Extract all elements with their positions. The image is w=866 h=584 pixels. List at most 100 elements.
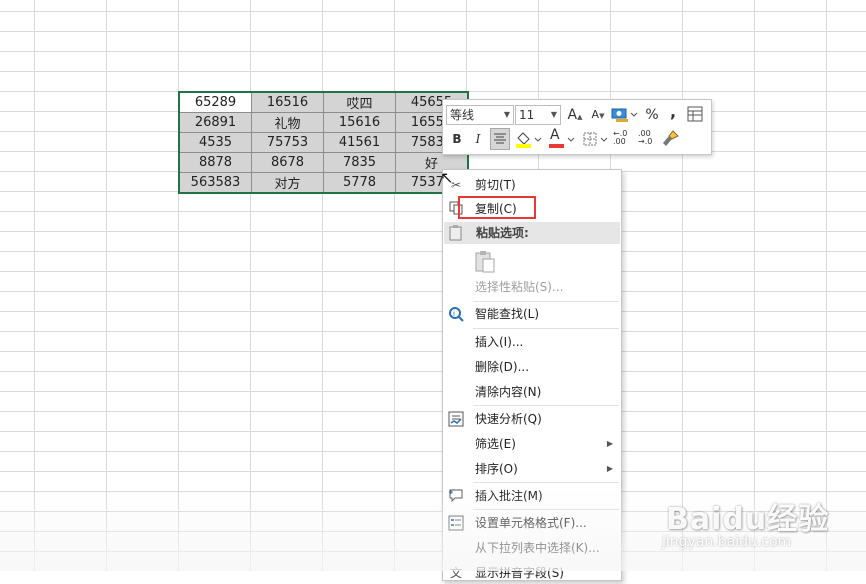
submenu-arrow-icon: ▶ [606, 464, 613, 473]
cell[interactable]: 65289 [178, 91, 252, 113]
cell[interactable]: 5778 [323, 172, 396, 194]
context-menu: ✂ 剪切(T) 复制(C) 粘贴选项: 选择性粘贴(S)... i 智能查找(L… [442, 169, 622, 581]
font-color-label: A [550, 127, 560, 143]
selected-range[interactable]: 65289 16516 哎四 45655 26891 礼物 15616 1655… [178, 91, 469, 194]
fill-color-button[interactable] [514, 129, 542, 149]
comma-style-button[interactable]: , [667, 102, 679, 122]
svg-text:i: i [453, 310, 455, 318]
menu-item-label: 选择性粘贴(S)... [475, 280, 564, 294]
menu-item-label: 显示拼音字段(S) [475, 566, 564, 580]
cell[interactable]: 41561 [323, 132, 396, 153]
cell[interactable]: 4535 [178, 132, 252, 153]
menu-item-label: 插入(I)... [475, 335, 524, 349]
format-painter-button[interactable] [661, 129, 681, 149]
font-name-value: 等线 [450, 108, 475, 122]
font-color-button[interactable]: A [547, 127, 575, 149]
cell[interactable]: 8678 [251, 152, 324, 173]
borders-button[interactable] [581, 129, 609, 149]
cell[interactable]: 对方 [251, 172, 324, 194]
menu-item-smart-lookup[interactable]: i 智能查找(L) [443, 303, 621, 325]
decrease-decimal-button[interactable]: .00 →.0 [638, 130, 660, 148]
grow-font-label: A [567, 107, 578, 123]
menu-separator [473, 328, 619, 329]
chevron-down-icon: ▼ [550, 110, 557, 119]
menu-item-filter[interactable]: 筛选(E) ▶ [443, 433, 621, 455]
font-size-value: 11 [519, 108, 535, 122]
menu-separator [473, 301, 619, 302]
menu-item-label: 智能查找(L) [475, 307, 540, 321]
paintbrush-icon [663, 130, 679, 146]
center-align-button[interactable] [490, 128, 510, 150]
cell[interactable]: 哎四 [323, 91, 396, 113]
paste-button[interactable] [473, 250, 497, 274]
increase-decimal-button[interactable]: ←.0 .00 [613, 130, 635, 148]
cell[interactable]: 7835 [323, 152, 396, 173]
menu-item-label: 从下拉列表中选择(K)... [475, 541, 600, 555]
menu-item-label: 清除内容(N) [475, 385, 542, 399]
percent-style-button[interactable]: % [644, 105, 660, 125]
menu-separator [473, 482, 619, 483]
shrink-font-button[interactable]: A▼ [590, 105, 606, 125]
cell[interactable]: 75753 [251, 132, 324, 153]
phonetic-icon: 文 [449, 566, 462, 580]
menu-separator [473, 509, 619, 510]
menu-item-label: 删除(D)... [475, 360, 530, 374]
font-size-select[interactable]: 11 ▼ [515, 105, 561, 125]
menu-item-phonetic[interactable]: 文 显示拼音字段(S) [443, 562, 621, 584]
menu-item-copy[interactable]: 复制(C) [443, 198, 621, 220]
caret-down-icon: ▼ [599, 112, 605, 120]
mouse-pointer-icon: ↖ [440, 168, 454, 187]
menu-item-label: 排序(O) [475, 462, 518, 476]
bold-button[interactable]: B [449, 129, 465, 149]
copy-icon [448, 201, 464, 217]
caret-up-icon: ▲ [577, 113, 583, 121]
menu-item-label: 快速分析(Q) [475, 412, 542, 426]
menu-item-label: 设置单元格格式(F)... [475, 516, 587, 530]
menu-item-insert[interactable]: 插入(I)... [443, 331, 621, 353]
menu-item-format-cells[interactable]: 设置单元格格式(F)... [443, 512, 621, 534]
menu-item-label: 筛选(E) [475, 437, 516, 451]
italic-button[interactable]: I [470, 129, 486, 149]
menu-item-label: 插入批注(M) [475, 489, 543, 503]
cell[interactable]: 16516 [251, 91, 324, 113]
decrease-decimal-icon: .00 →.0 [638, 129, 653, 146]
quick-analysis-icon [448, 411, 464, 427]
cell[interactable]: 15616 [323, 112, 396, 133]
borders-icon [583, 132, 608, 146]
table-format-icon [687, 106, 703, 122]
accounting-format-icon [611, 108, 638, 122]
grow-font-button[interactable]: A▲ [567, 105, 583, 125]
format-painter-table-button[interactable] [686, 105, 704, 123]
cell[interactable]: 8878 [178, 152, 252, 173]
accounting-format-button[interactable] [610, 106, 638, 124]
menu-item-delete[interactable]: 删除(D)... [443, 356, 621, 378]
font-name-select[interactable]: 等线 ▼ [446, 105, 514, 125]
chevron-down-icon: ▼ [503, 110, 510, 119]
submenu-arrow-icon: ▶ [606, 439, 613, 448]
clipboard-icon [448, 225, 464, 248]
align-center-icon [494, 133, 506, 144]
mini-toolbar: 等线 ▼ 11 ▼ A▲ A▼ % , B I A ←.0 .00 .00 →.… [442, 99, 712, 155]
menu-item-sort[interactable]: 排序(O) ▶ [443, 458, 621, 480]
increase-decimal-icon: ←.0 .00 [613, 129, 628, 146]
menu-item-clear-contents[interactable]: 清除内容(N) [443, 381, 621, 403]
menu-item-paste-special[interactable]: 选择性粘贴(S)... [443, 276, 621, 298]
cell[interactable]: 26891 [178, 112, 252, 133]
shrink-font-label: A [591, 108, 600, 121]
worksheet-grid[interactable] [0, 0, 866, 571]
menu-item-insert-comment[interactable]: 插入批注(M) [443, 485, 621, 507]
menu-item-cut[interactable]: ✂ 剪切(T) [443, 174, 621, 196]
cell[interactable]: 563583 [178, 172, 252, 194]
menu-item-quick-analysis[interactable]: 快速分析(Q) [443, 408, 621, 430]
menu-item-pick-from-list[interactable]: 从下拉列表中选择(K)... [443, 537, 621, 559]
menu-item-label: 剪切(T) [475, 178, 516, 192]
paste-clipboard-icon [475, 251, 495, 273]
paint-bucket-icon [516, 132, 542, 148]
menu-item-label: 复制(C) [475, 202, 517, 216]
comment-icon [448, 488, 464, 504]
cell[interactable]: 礼物 [251, 112, 324, 133]
menu-separator [473, 405, 619, 406]
paste-options-header: 粘贴选项: [444, 222, 620, 244]
smart-lookup-icon: i [448, 306, 464, 322]
format-cells-icon [448, 515, 464, 531]
